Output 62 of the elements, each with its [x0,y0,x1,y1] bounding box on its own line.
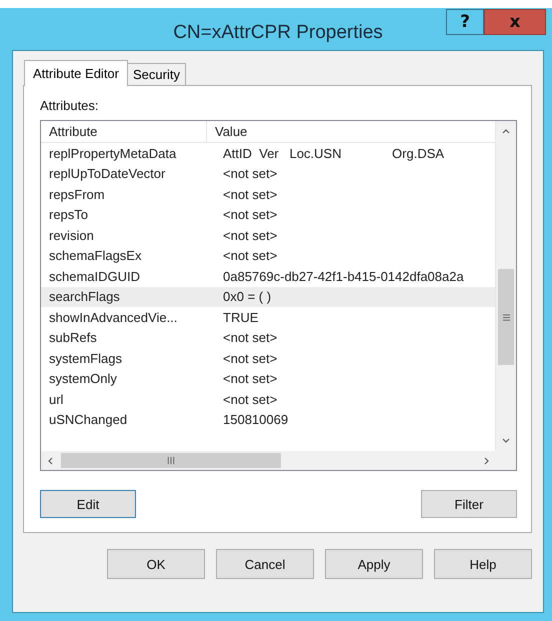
dialog-button[interactable]: OK [107,549,205,579]
attribute-value: <not set> [222,166,278,182]
attribute-name: showInAdvancedVie... [48,310,178,325]
table-row[interactable]: repsFrom <not set> [41,184,495,204]
tab[interactable]: Attribute Editor [24,60,128,86]
attribute-value: <not set> [222,248,278,264]
table-row[interactable]: replUpToDateVector <not set> [41,164,495,184]
attribute-name: subRefs [48,330,98,346]
attribute-name: systemOnly [48,371,118,386]
attribute-value: 150810069 [222,412,290,428]
attribute-name: schemaIDGUID [48,268,142,284]
scroll-thumb[interactable] [61,453,281,468]
attribute-value: <not set> [222,392,278,407]
table-row[interactable]: subRefs <not set> [41,328,495,348]
attribute-name: uSNChanged [48,412,128,428]
dialog-button[interactable]: Help [434,549,532,579]
table-row[interactable]: showInAdvancedVie... TRUE [41,307,495,328]
table-row[interactable]: searchFlags 0x0 = ( ) [41,286,495,307]
table-row[interactable]: schemaIDGUID 0a85769c-db27-42f1-b415-0142dfa08a2a [41,266,495,286]
column-header[interactable]: Value [207,121,495,142]
attribute-name: replUpToDateVector [48,166,166,182]
attribute-name: replPropertyMetaData [48,146,178,161]
help-button[interactable]: ? [446,9,484,35]
table-row[interactable]: replPropertyMetaData AttID Ver Loc.USN Org.DSA [41,143,495,164]
dialog-button[interactable]: Apply [325,549,423,579]
table-row[interactable]: repsTo <not set> [41,204,495,225]
attributes-label: Attributes: [40,98,100,113]
attribute-value: <not set> [222,371,278,386]
tab[interactable]: Security [127,63,186,85]
attribute-value: <not set> [222,186,278,202]
table-row[interactable]: revision <not set> [41,225,495,246]
attribute-value: 0a85769c-db27-42f1-b415-0142dfa08a2a [222,268,465,284]
horizontal-scrollbar[interactable] [41,451,516,470]
close-button[interactable]: x [484,9,546,35]
grip-icon [167,456,175,465]
table-row[interactable]: systemFlags <not set> [41,348,495,368]
attribute-value: TRUE [222,310,260,325]
attribute-name: url [48,392,64,407]
table-row[interactable]: uSNChanged 150810069 [41,410,495,430]
edit-button[interactable]: Edit [40,490,136,518]
attribute-value: <not set> [222,207,278,222]
window-title: CN=xAttrCPR Properties [173,22,383,44]
attribute-name: repsFrom [48,186,106,202]
attribute-name: schemaFlagsEx [48,248,142,264]
scroll-thumb[interactable] [498,269,514,365]
attribute-name: repsTo [48,207,90,222]
attribute-name: searchFlags [48,289,121,304]
column-header[interactable]: Attribute [41,121,207,142]
attribute-value: AttID Ver Loc.USN Org.DSA [222,146,446,161]
attribute-name: systemFlags [48,350,123,366]
attribute-value: <not set> [222,330,278,346]
attribute-value: <not set> [222,228,278,243]
attribute-name: revision [48,228,95,243]
grip-icon [502,314,510,320]
table-row[interactable]: url <not set> [41,389,495,410]
table-row[interactable]: systemOnly <not set> [41,368,495,389]
filter-button[interactable]: Filter [421,490,517,518]
table-row[interactable]: schemaFlagsEx <not set> [41,246,495,266]
dialog-button[interactable]: Cancel [216,549,314,579]
attribute-value: <not set> [222,350,278,366]
attribute-value: 0x0 = ( ) [222,289,272,304]
vertical-scrollbar[interactable] [495,121,516,451]
